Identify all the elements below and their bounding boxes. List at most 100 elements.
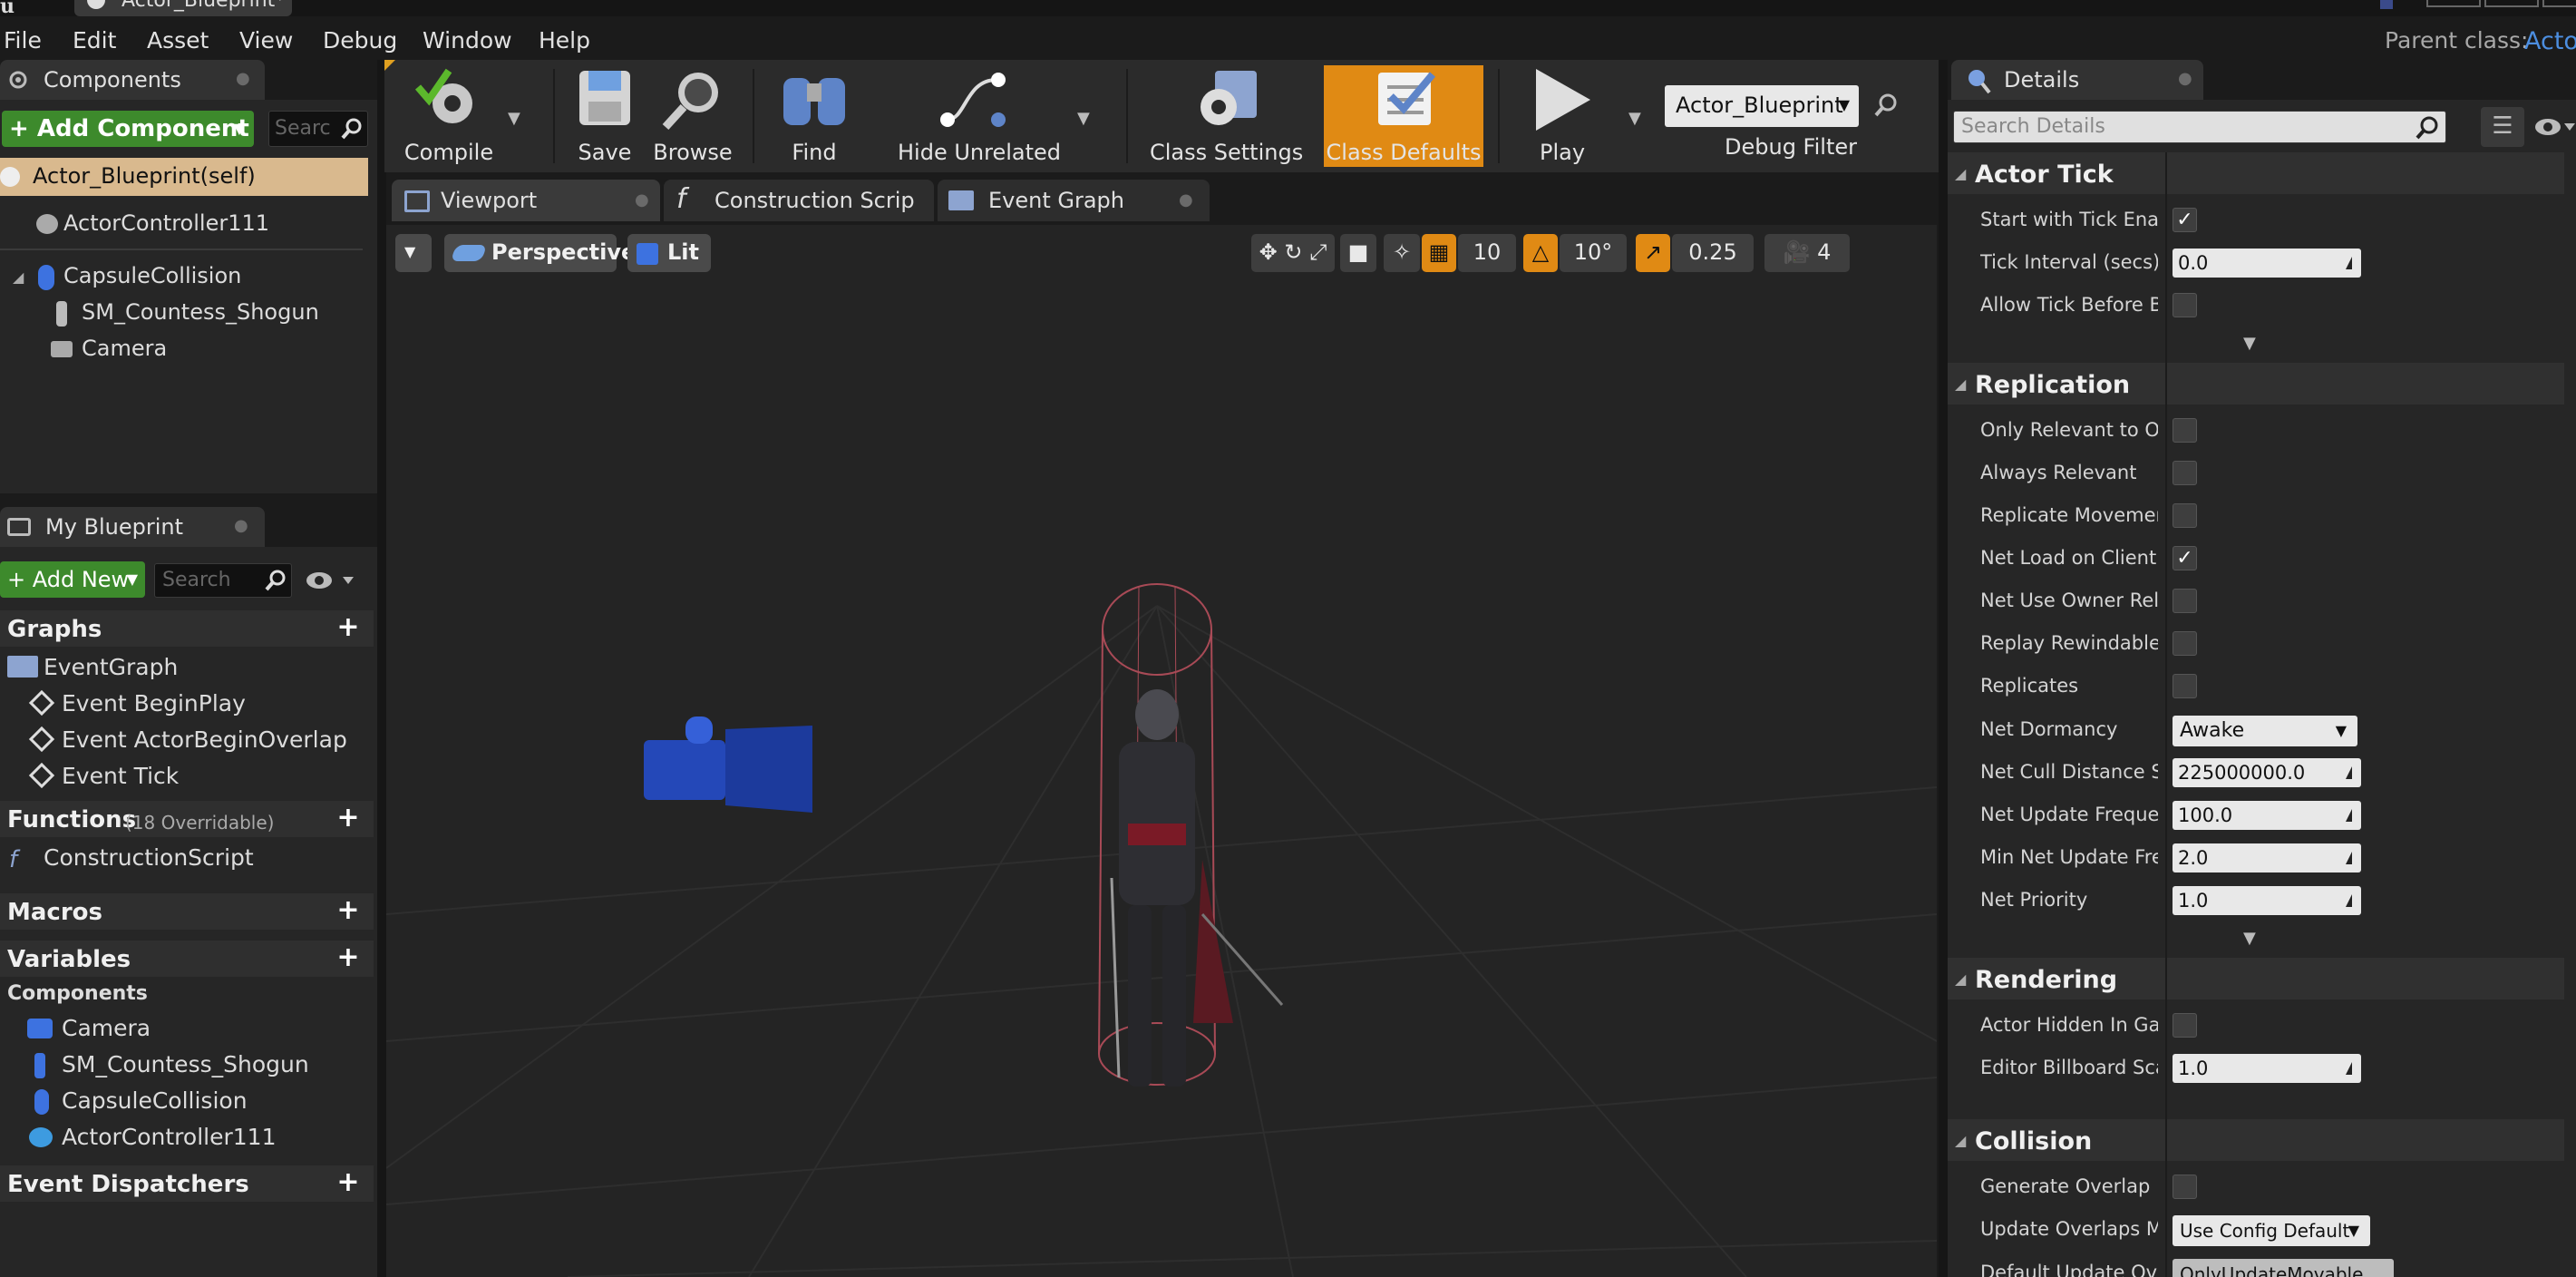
event-row-beginplay[interactable]: Event BeginPlay — [0, 685, 374, 721]
add-dispatcher-button[interactable]: + — [334, 1169, 363, 1198]
panel-splitter[interactable] — [377, 60, 386, 1277]
compile-options-dropdown[interactable]: ▼ — [508, 109, 520, 128]
checkbox-unchecked[interactable] — [2173, 1013, 2197, 1038]
parent-class-link[interactable]: Acto — [2524, 27, 2576, 55]
transform-tools-group[interactable]: ✥ ↻ ⤢ — [1251, 234, 1335, 272]
tab-construction-script[interactable]: f Construction Scrip — [664, 180, 934, 221]
details-search-input[interactable]: Search Details — [1953, 111, 2446, 143]
close-window-button[interactable] — [2542, 0, 2576, 7]
add-new-button[interactable]: + Add New ▼ — [0, 561, 145, 598]
checkbox-unchecked[interactable] — [2173, 631, 2197, 656]
menu-asset[interactable]: Asset — [147, 27, 209, 54]
rotation-snap-value[interactable]: 10° — [1560, 234, 1627, 272]
add-variable-button[interactable]: + — [334, 944, 363, 973]
var-row-mesh[interactable]: SM_Countess_Shogun — [0, 1046, 374, 1082]
components-var-header[interactable]: Components — [0, 979, 374, 1009]
min-net-update-field[interactable]: 2.0 — [2173, 843, 2361, 872]
default-update-overlaps-dropdown[interactable]: OnlyUpdateMovable — [2173, 1259, 2394, 1277]
visibility-eye-icon[interactable] — [2532, 114, 2576, 140]
details-column-divider[interactable] — [2165, 152, 2167, 1277]
components-tab[interactable]: Components ● — [0, 60, 265, 100]
expand-triangle-icon[interactable]: ◢ — [13, 268, 24, 286]
play-options-dropdown[interactable]: ▼ — [1628, 109, 1641, 128]
category-actor-tick[interactable]: ◢ Actor Tick — [1948, 152, 2564, 194]
visibility-eye-icon[interactable] — [305, 569, 359, 592]
lit-mode-button[interactable]: Lit — [627, 234, 711, 272]
var-row-capsule[interactable]: CapsuleCollision — [0, 1082, 374, 1118]
checkbox-unchecked[interactable] — [2173, 674, 2197, 698]
debug-search-icon[interactable] — [1873, 93, 1899, 118]
checkbox-unchecked[interactable] — [2173, 1175, 2197, 1199]
macros-section[interactable]: Macros + — [0, 893, 374, 930]
document-tab[interactable]: Actor_Blueprint* — [74, 0, 292, 16]
construction-script-row[interactable]: f ConstructionScript — [0, 839, 374, 875]
menu-edit[interactable]: Edit — [73, 27, 116, 54]
menu-help[interactable]: Help — [539, 27, 590, 54]
hide-unrelated-dropdown[interactable]: ▼ — [1077, 109, 1090, 128]
perspective-button[interactable]: Perspective — [444, 234, 636, 272]
component-row-camera[interactable]: Camera — [0, 330, 368, 368]
camera-speed-button[interactable]: 🎥 4 — [1764, 234, 1850, 272]
minimize-button[interactable] — [2426, 0, 2481, 7]
checkbox-checked[interactable]: ✓ — [2173, 546, 2197, 570]
property-matrix-button[interactable]: ☰ — [2481, 107, 2524, 147]
event-row-tick[interactable]: Event Tick — [0, 757, 374, 794]
component-row-actorcontroller[interactable]: ActorController111 — [0, 205, 368, 243]
coordinate-space-button[interactable]: ■ — [1340, 234, 1376, 272]
component-row-mesh[interactable]: SM_Countess_Shogun — [0, 294, 368, 332]
scale-snap-toggle[interactable]: ↗ — [1636, 234, 1670, 272]
net-dormancy-dropdown[interactable]: Awake ▼ — [2173, 716, 2357, 746]
grid-snap-value[interactable]: 10 — [1458, 234, 1516, 272]
browse-button[interactable]: Browse — [647, 60, 738, 172]
my-blueprint-tab[interactable]: My Blueprint ● — [0, 507, 265, 547]
blueprint-search-input[interactable]: Search — [154, 563, 292, 598]
menu-window[interactable]: Window — [423, 27, 512, 54]
tick-interval-field[interactable]: 0.0 — [2173, 249, 2361, 278]
rotate-icon[interactable]: ↻ — [1284, 239, 1302, 265]
graphs-section[interactable]: Graphs + — [0, 610, 374, 647]
functions-section[interactable]: Functions (18 Overridable) + — [0, 801, 374, 837]
scale-icon[interactable]: ⤢ — [1309, 239, 1327, 265]
checkbox-unchecked[interactable] — [2173, 461, 2197, 485]
grid-snap-toggle[interactable]: ▦ — [1422, 234, 1456, 272]
var-row-camera[interactable]: Camera — [0, 1009, 374, 1046]
add-function-button[interactable]: + — [334, 804, 363, 833]
compile-button[interactable]: Compile — [397, 60, 501, 172]
translate-icon[interactable]: ✥ — [1259, 239, 1278, 265]
category-rendering[interactable]: ◢ Rendering — [1948, 958, 2564, 999]
add-macro-button[interactable]: + — [334, 897, 363, 926]
add-component-button[interactable]: + Add Component ▼ — [2, 111, 254, 147]
net-cull-distance-field[interactable]: 225000000.0 — [2173, 758, 2361, 787]
rotation-snap-toggle[interactable]: △ — [1523, 234, 1558, 272]
components-search-input[interactable]: Searc — [268, 111, 368, 147]
event-row-beginoverlap[interactable]: Event ActorBeginOverlap — [0, 721, 374, 757]
camera-actor[interactable] — [644, 716, 812, 813]
maximize-button[interactable] — [2484, 0, 2539, 7]
billboard-scale-field[interactable]: 1.0 — [2173, 1054, 2361, 1083]
checkbox-unchecked[interactable] — [2173, 503, 2197, 528]
checkbox-unchecked[interactable] — [2173, 418, 2197, 443]
tab-viewport[interactable]: Viewport ● — [392, 180, 660, 221]
close-tab-icon[interactable]: ● — [1179, 190, 1193, 210]
debug-object-dropdown[interactable]: Actor_Blueprint ▼ — [1665, 85, 1859, 127]
play-button[interactable]: Play — [1512, 60, 1612, 172]
net-priority-field[interactable]: 1.0 — [2173, 886, 2361, 915]
source-control-icon[interactable] — [2380, 0, 2393, 9]
menu-file[interactable]: File — [4, 27, 42, 54]
level-viewport[interactable]: ▼ Perspective Lit ✥ ↻ ⤢ ■ ✧ ▦ 10 △ 10° ↗… — [386, 225, 1937, 1277]
hide-unrelated-button[interactable]: Hide Unrelated — [898, 60, 1061, 172]
category-replication[interactable]: ◢ Replication — [1948, 363, 2564, 405]
viewport-options-dropdown[interactable]: ▼ — [395, 234, 432, 272]
add-graph-button[interactable]: + — [334, 614, 363, 643]
var-row-actorcontroller[interactable]: ActorController111 — [0, 1118, 374, 1155]
update-overlaps-dropdown[interactable]: Use Config Default ▼ — [2173, 1215, 2370, 1246]
close-tab-icon[interactable]: ● — [236, 69, 250, 88]
find-button[interactable]: Find — [774, 60, 854, 172]
checkbox-unchecked[interactable] — [2173, 293, 2197, 317]
panel-splitter[interactable] — [1939, 60, 1948, 1277]
component-row-capsule[interactable]: ◢ CapsuleCollision — [0, 258, 368, 296]
checkbox-checked[interactable]: ✓ — [2173, 208, 2197, 232]
advanced-expand-icon[interactable]: ▼ — [2243, 929, 2256, 948]
surface-snap-button[interactable]: ✧ — [1384, 234, 1420, 272]
class-settings-button[interactable]: Class Settings — [1150, 60, 1303, 172]
